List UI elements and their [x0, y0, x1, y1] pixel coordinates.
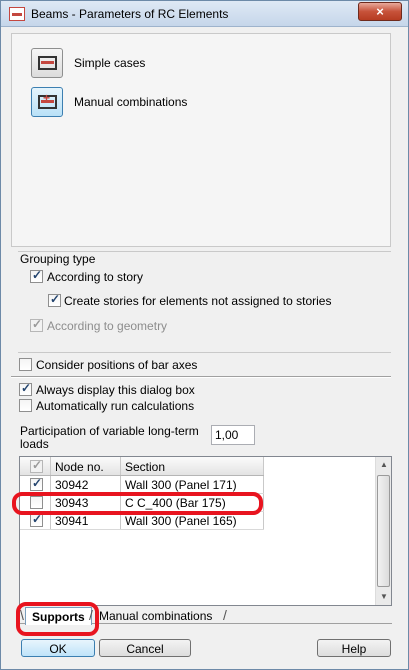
according-story-label: According to story: [47, 270, 144, 284]
beam-icon: [38, 56, 57, 70]
separator: [11, 376, 391, 378]
always-display-checkbox[interactable]: [19, 381, 32, 396]
tab-edge-left: \: [20, 607, 24, 623]
manual-combinations-label: Manual combinations: [74, 95, 188, 109]
participation-label: Participation of variable long-term load…: [20, 424, 199, 451]
row-checkbox[interactable]: [30, 496, 43, 509]
close-button[interactable]: ×: [358, 2, 402, 21]
bar-axes-checkbox[interactable]: [19, 358, 32, 371]
help-button[interactable]: Help: [317, 639, 391, 657]
title-bar: Beams - Parameters of RC Elements ×: [1, 1, 408, 27]
table-row[interactable]: 30942 Wall 300 (Panel 171): [20, 476, 264, 494]
row-section: Wall 300 (Panel 165): [121, 512, 264, 529]
auto-run-checkbox[interactable]: [19, 399, 32, 412]
cases-panel: Simple cases Manual combinations: [11, 33, 391, 247]
header-select-all[interactable]: [20, 457, 51, 475]
select-all-checkbox[interactable]: [30, 458, 43, 473]
create-stories-label: Create stories for elements not assigned…: [64, 294, 332, 308]
table-row[interactable]: 30943 C C_400 (Bar 175): [20, 494, 264, 512]
tab-supports[interactable]: Supports: [25, 607, 92, 625]
table-row[interactable]: 30941 Wall 300 (Panel 165): [20, 512, 264, 530]
row-node: 30941: [51, 512, 121, 529]
according-geometry-checkbox[interactable]: [30, 317, 43, 332]
simple-cases-button[interactable]: [31, 48, 63, 78]
supports-table: Node no. Section 30942 Wall 300 (Panel 1…: [19, 456, 392, 606]
according-geometry-label: According to geometry: [47, 319, 168, 333]
always-display-label: Always display this dialog box: [36, 383, 195, 397]
create-stories-checkbox[interactable]: [48, 292, 61, 307]
window-title: Beams - Parameters of RC Elements: [31, 7, 229, 21]
row-checkbox[interactable]: [30, 512, 43, 527]
participation-input[interactable]: [211, 425, 255, 445]
bar-axes-label: Consider positions of bar axes: [36, 358, 198, 372]
row-checkbox[interactable]: [30, 476, 43, 491]
row-node: 30943: [51, 494, 121, 511]
table-scrollbar[interactable]: ▲ ▼: [375, 457, 391, 605]
header-section[interactable]: Section: [121, 457, 264, 475]
row-node: 30942: [51, 476, 121, 493]
dialog-window: Beams - Parameters of RC Elements × Simp…: [0, 0, 409, 670]
row-section: Wall 300 (Panel 171): [121, 476, 264, 493]
beam-add-icon: [38, 91, 57, 109]
row-section: C C_400 (Bar 175): [121, 494, 264, 511]
grouping-type-title: Grouping type: [20, 252, 96, 266]
scroll-down-icon[interactable]: ▼: [376, 589, 392, 605]
simple-cases-label: Simple cases: [74, 56, 146, 70]
scroll-up-icon[interactable]: ▲: [376, 457, 392, 473]
table-header: Node no. Section: [20, 457, 264, 476]
app-icon: [9, 7, 25, 21]
manual-combinations-button[interactable]: [31, 87, 63, 117]
according-story-checkbox[interactable]: [30, 268, 43, 283]
header-node-no[interactable]: Node no.: [51, 457, 121, 475]
ok-button[interactable]: OK: [21, 639, 95, 657]
auto-run-label: Automatically run calculations: [36, 399, 195, 413]
tab-manual-combinations[interactable]: Manual combinations: [93, 607, 218, 625]
scroll-thumb[interactable]: [377, 475, 390, 587]
cancel-button[interactable]: Cancel: [99, 639, 191, 657]
tab-edge-right: /: [223, 607, 227, 623]
